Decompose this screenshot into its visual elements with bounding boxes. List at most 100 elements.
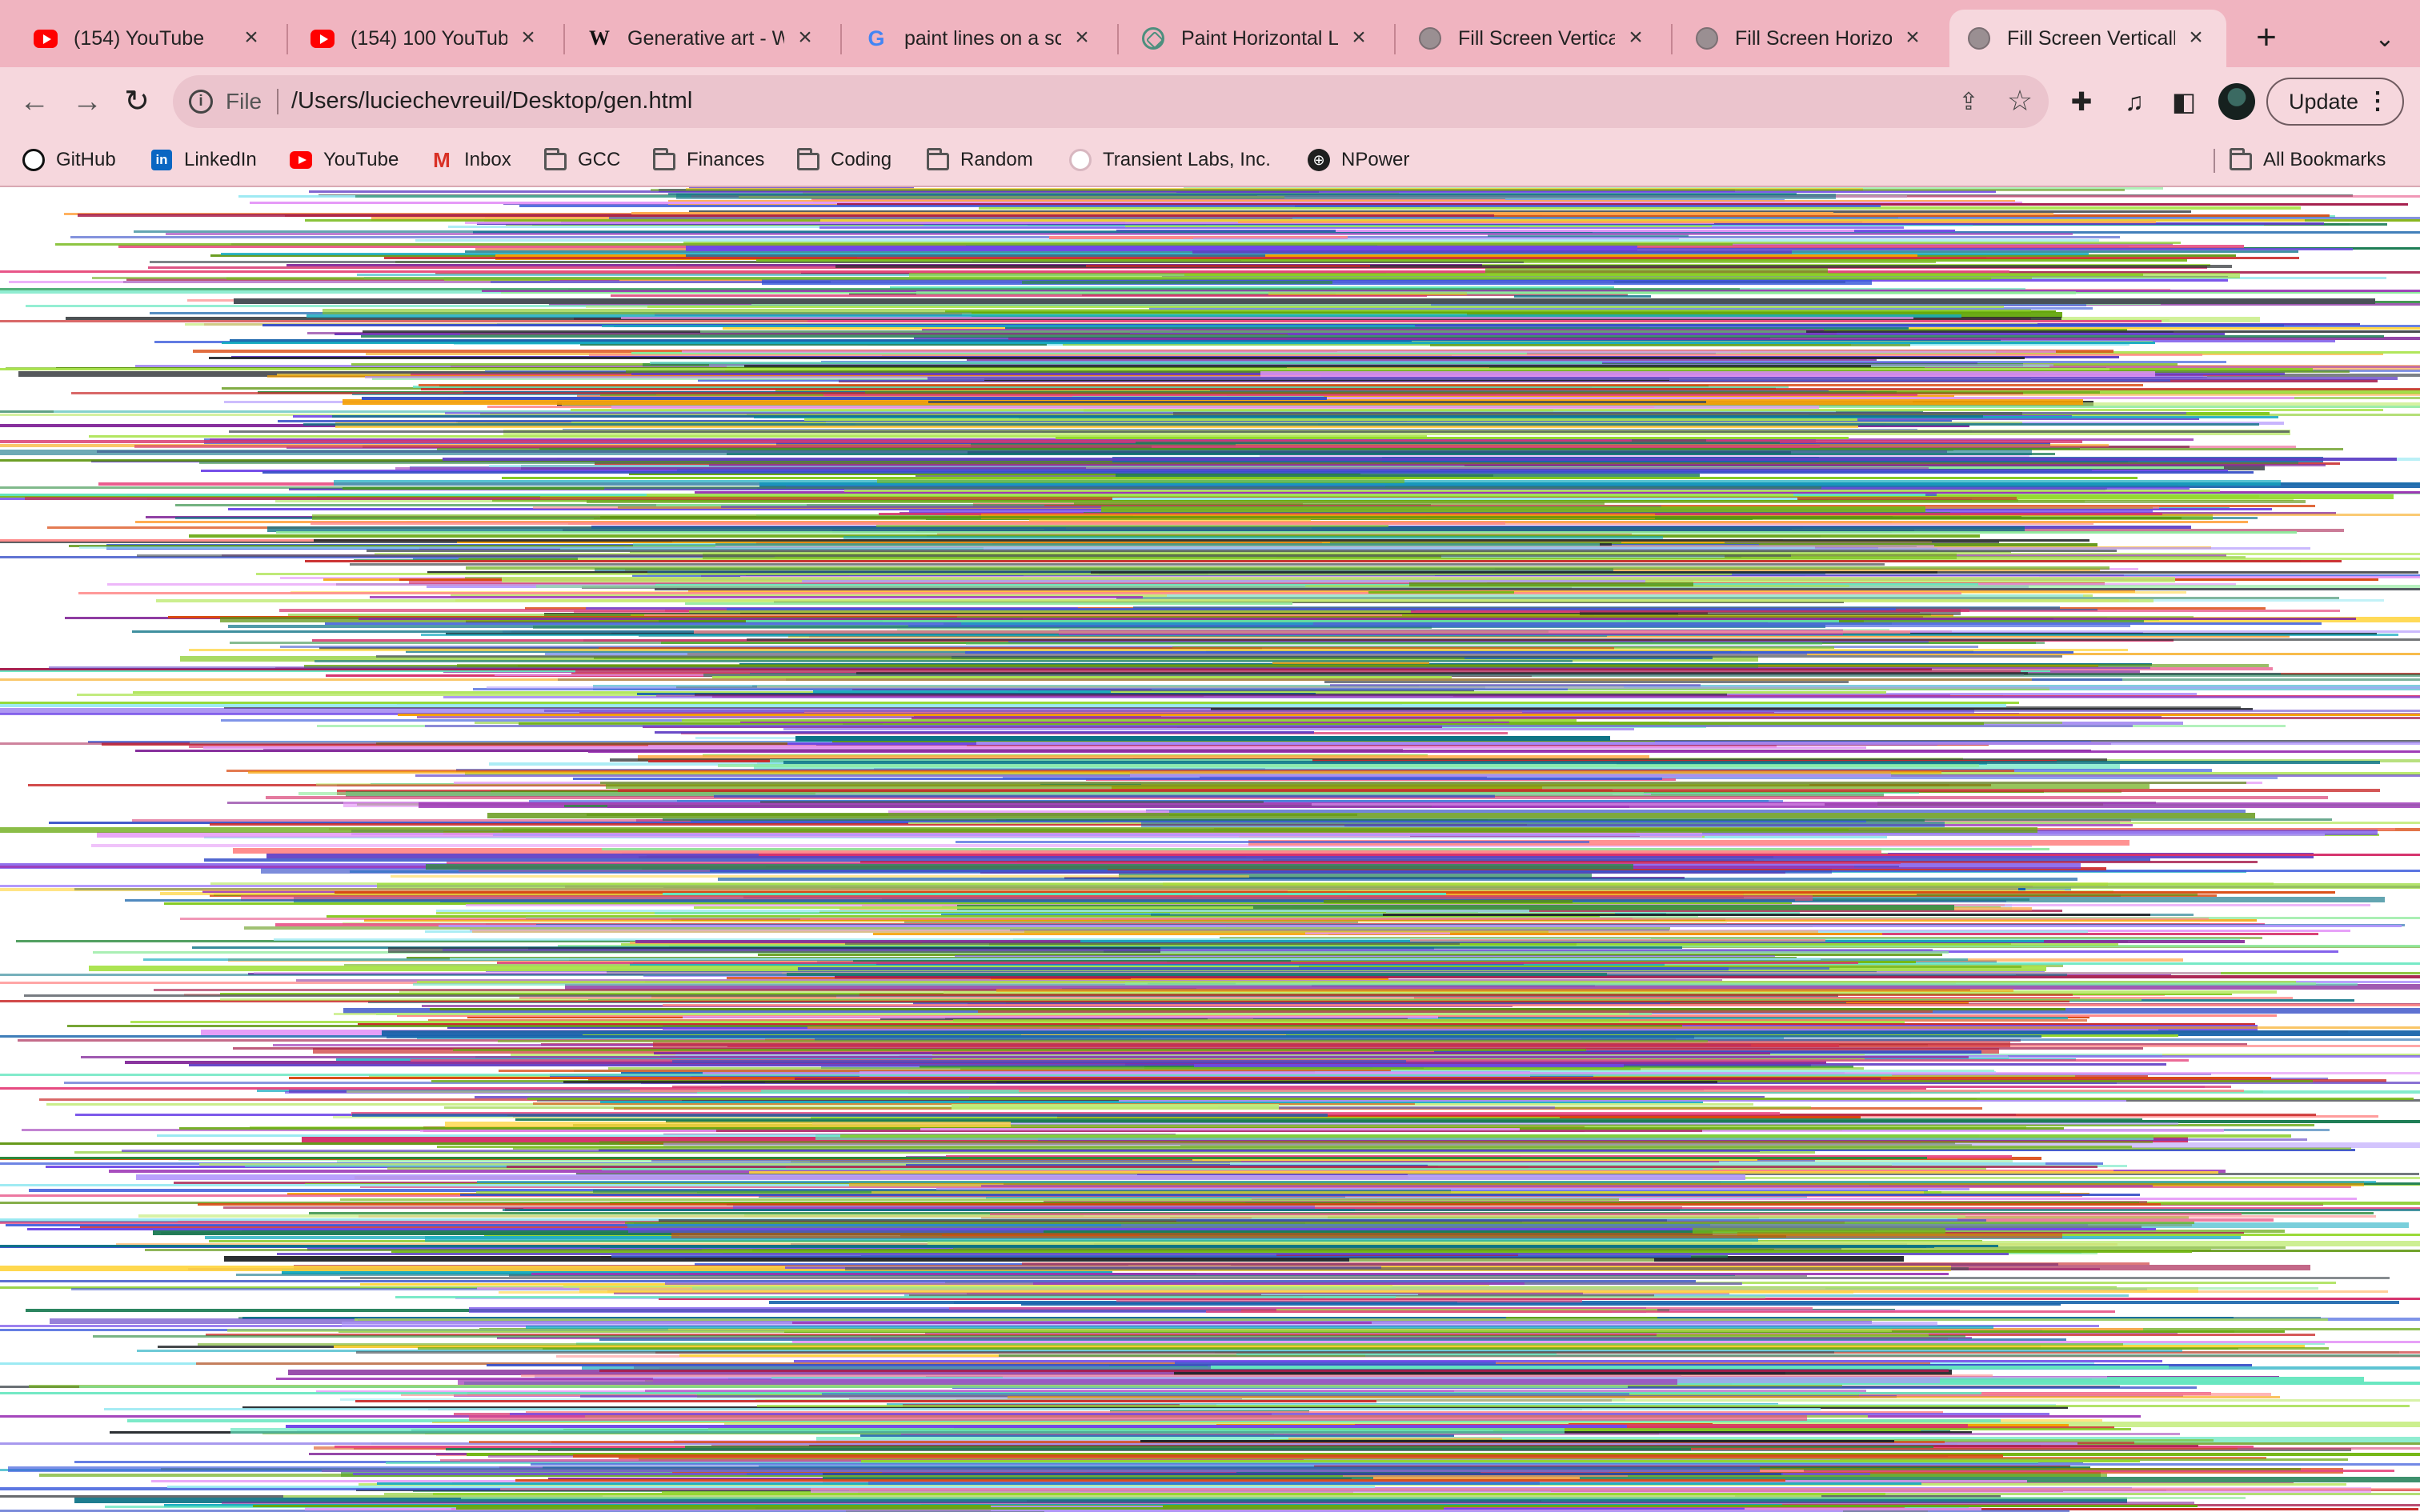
bookmark-star-icon[interactable]: ☆: [2004, 85, 2036, 117]
close-icon[interactable]: ×: [1900, 26, 1925, 51]
paint-line: [1193, 1064, 1625, 1067]
paint-line: [821, 1393, 1629, 1395]
paint-line: [989, 1213, 2242, 1215]
paint-line: [1022, 281, 1332, 284]
paint-line: [662, 893, 1447, 895]
close-icon[interactable]: ×: [238, 26, 264, 51]
bookmark-item[interactable]: YouTube: [290, 142, 399, 178]
paint-line: [928, 401, 1707, 403]
close-icon[interactable]: ×: [1069, 26, 1095, 51]
back-arrow-icon[interactable]: ←: [14, 82, 54, 122]
paint-line: [209, 357, 2025, 359]
paint-line: [469, 1415, 1808, 1421]
paint-line: [520, 1374, 1993, 1377]
bookmark-item[interactable]: GitHub: [22, 142, 116, 178]
chatgpt-icon: [1141, 26, 1165, 50]
paint-line: [0, 368, 2109, 370]
all-bookmarks-button[interactable]: All Bookmarks: [2230, 142, 2386, 178]
tab[interactable]: W Generative art - Wikipedia ×: [570, 10, 835, 67]
paint-line: [601, 848, 2050, 850]
paint-line: [219, 998, 2142, 1001]
google-icon: G: [867, 26, 885, 50]
paint-line: [490, 281, 831, 283]
tab[interactable]: Gpaint lines on a screen ×: [847, 10, 1112, 67]
paint-line: [418, 384, 2143, 386]
paint-line: [1330, 684, 1701, 686]
extensions-puzzle-icon[interactable]: ✚: [2063, 83, 2100, 120]
bookmark-label: GCC: [578, 149, 621, 170]
paint-line: [460, 1497, 2246, 1499]
paint-line: [370, 596, 1144, 598]
paint-line: [844, 490, 2221, 492]
close-icon[interactable]: ×: [2183, 26, 2209, 51]
bookmark-label: Finances: [687, 149, 765, 170]
paint-line: [437, 1146, 2133, 1148]
paint-line: [783, 761, 2381, 764]
address-bar[interactable]: i File /Users/luciechevreuil/Desktop/gen…: [173, 75, 2049, 128]
tab[interactable]: (154) YouTube ×: [16, 10, 282, 67]
paint-line: [263, 749, 1403, 752]
close-icon[interactable]: ×: [1623, 26, 1649, 51]
paint-line: [446, 1448, 1691, 1450]
bookmark-item[interactable]: Transient Labs, Inc.: [1069, 142, 1271, 178]
paint-line: [685, 602, 1293, 605]
paint-line: [653, 1052, 1770, 1054]
paint-line: [0, 1157, 1928, 1159]
paint-line: [1008, 1396, 2280, 1398]
paint-line: [908, 625, 2131, 627]
paint-line: [952, 1104, 1280, 1110]
github-icon: [22, 149, 45, 171]
tab-active[interactable]: Fill Screen Vertically ×: [1949, 10, 2226, 67]
tab[interactable]: Paint Horizontal Lines ×: [1124, 10, 1389, 67]
share-icon[interactable]: ⇪: [1953, 86, 1985, 118]
url-text[interactable]: /Users/luciechevreuil/Desktop/gen.html: [291, 88, 692, 114]
bookmark-item[interactable]: in LinkedIn: [150, 142, 257, 178]
paint-line: [745, 620, 1839, 622]
paint-line: [618, 789, 2381, 792]
bookmarks-bar: GitHub in LinkedIn YouTube M Inbox GCC Finances…: [0, 134, 2420, 187]
bookmark-item[interactable]: Random: [927, 142, 1033, 178]
tab-search-chevron-icon[interactable]: ⌄: [2365, 19, 2405, 59]
paint-line: [916, 291, 2076, 294]
bookmark-item[interactable]: ⊕ NPower: [1308, 142, 1409, 178]
paint-line: [807, 1026, 2420, 1029]
paint-line: [203, 746, 1867, 749]
tab-separator: [1394, 24, 1396, 54]
bookmark-item[interactable]: M Inbox: [431, 142, 511, 178]
bookmark-label: Inbox: [464, 149, 511, 170]
bookmark-label: YouTube: [323, 149, 399, 170]
paint-line: [432, 1493, 1885, 1495]
close-icon[interactable]: ×: [515, 26, 541, 51]
bookmark-item[interactable]: GCC: [544, 142, 620, 178]
paint-line: [611, 406, 1819, 409]
paint-line: [496, 962, 1858, 964]
kebab-menu-icon[interactable]: ⋮: [2366, 79, 2390, 124]
update-button-label: Update: [2289, 90, 2359, 114]
bookmark-item[interactable]: Coding: [797, 142, 891, 178]
tab[interactable]: (154) 100 YouTubers ×: [293, 10, 559, 67]
paint-line: [136, 1174, 1745, 1180]
new-tab-button[interactable]: +: [2246, 18, 2287, 59]
side-panel-icon[interactable]: ◧: [2166, 83, 2202, 120]
close-icon[interactable]: ×: [1346, 26, 1372, 51]
paint-line: [229, 642, 2045, 644]
bookmark-label: Transient Labs, Inc.: [1103, 149, 1271, 170]
reload-icon[interactable]: ↻: [117, 82, 157, 122]
update-button[interactable]: Update ⋮: [2266, 78, 2404, 126]
paint-line: [756, 1405, 2410, 1407]
transient-labs-icon: [1069, 149, 1092, 171]
site-info-icon[interactable]: i: [189, 90, 213, 114]
paint-line: [445, 1122, 1011, 1127]
forward-arrow-icon[interactable]: →: [67, 82, 107, 122]
profile-avatar[interactable]: [2218, 83, 2255, 120]
paint-line: [531, 1273, 1949, 1275]
paint-line: [760, 801, 1264, 803]
bookmark-item[interactable]: Finances: [653, 142, 764, 178]
media-controls-icon[interactable]: ♫: [2116, 83, 2153, 120]
close-icon[interactable]: ×: [792, 26, 818, 51]
bookmark-label: Random: [960, 149, 1033, 170]
tab[interactable]: Fill Screen Horizontally ×: [1677, 10, 1943, 67]
paint-line: [459, 1194, 2141, 1196]
paint-line: [1311, 803, 1825, 806]
tab[interactable]: Fill Screen Vertically ×: [1400, 10, 1666, 67]
